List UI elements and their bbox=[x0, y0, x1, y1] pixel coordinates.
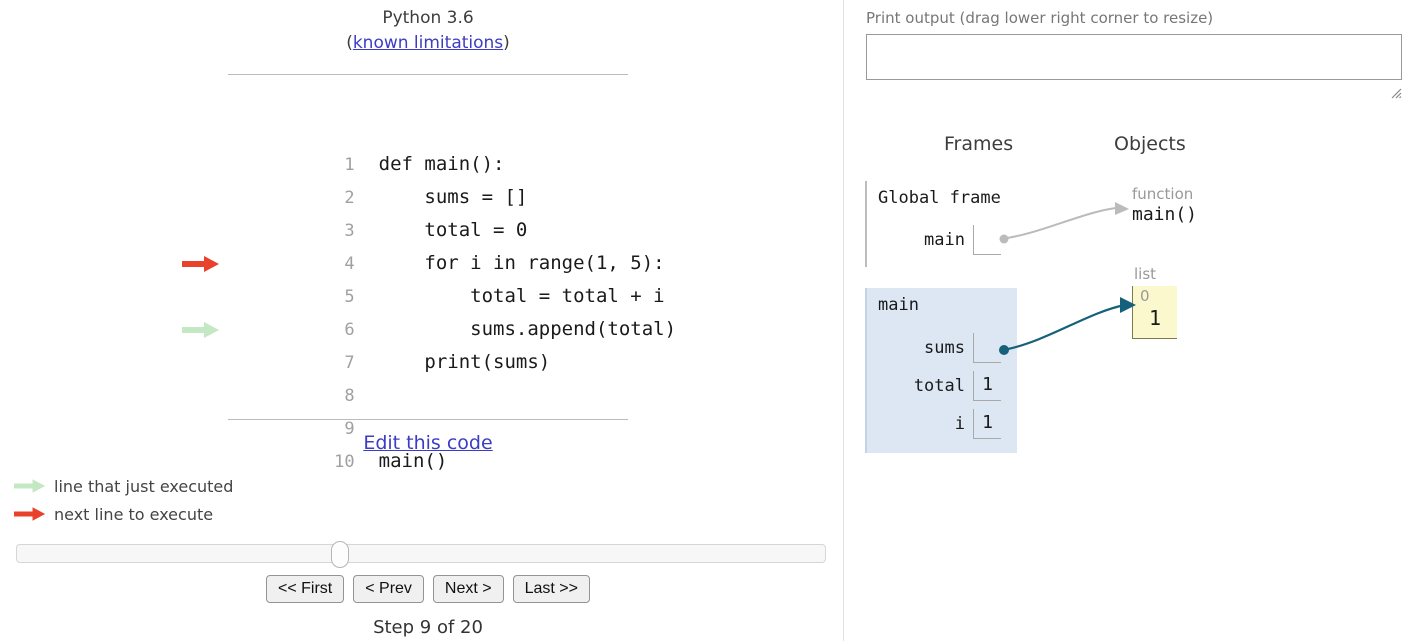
object-type-label: function bbox=[1132, 185, 1194, 203]
arrow-slot bbox=[182, 115, 222, 148]
arrow-slot bbox=[182, 214, 222, 247]
edit-this-code-link[interactable]: Edit this code bbox=[363, 432, 492, 454]
variable-name: total bbox=[913, 376, 965, 396]
pointer-line-sums bbox=[1007, 303, 1126, 351]
variable-row: i 1 bbox=[867, 409, 1001, 439]
code-line[interactable]: 4 for i in range(1, 5): bbox=[182, 181, 665, 274]
known-limitations-link[interactable]: known limitations bbox=[353, 33, 503, 53]
next-line-arrow-icon bbox=[14, 507, 48, 521]
code-pane: Python 3.6 (known limitations) 1 def main… bbox=[0, 0, 843, 641]
legend-row-just-executed: line that just executed bbox=[14, 472, 233, 500]
last-button[interactable]: Last >> bbox=[512, 575, 590, 603]
step-slider[interactable] bbox=[16, 541, 826, 568]
resize-grip-icon[interactable] bbox=[1390, 85, 1402, 99]
arrow-slot bbox=[182, 379, 222, 412]
pointer-line-global-main bbox=[1006, 207, 1117, 239]
variable-row: sums bbox=[867, 333, 1001, 363]
arrow-slot bbox=[182, 247, 222, 338]
legend-row-next-line: next line to execute bbox=[14, 500, 233, 528]
variable-name: sums bbox=[924, 338, 965, 358]
just-executed-arrow-icon bbox=[14, 479, 48, 493]
arrow-slot bbox=[182, 148, 222, 181]
list-elements-table: 0 1 bbox=[1132, 285, 1177, 339]
objects-heading: Objects bbox=[1114, 133, 1186, 155]
arrow-slot bbox=[182, 82, 222, 115]
pointer-arrowhead-global-main bbox=[1115, 202, 1129, 215]
step-slider-handle[interactable] bbox=[331, 541, 349, 568]
paren-close: ) bbox=[503, 32, 510, 53]
object-type-label: list bbox=[1134, 265, 1157, 283]
navigation-buttons: << First < Prev Next > Last >> bbox=[228, 575, 628, 603]
code-line[interactable]: 10 main() bbox=[228, 379, 628, 472]
arrow-slot bbox=[182, 181, 222, 272]
code-line[interactable]: 5 total = total + i bbox=[228, 214, 664, 307]
known-limitations-line: (known limitations) bbox=[228, 31, 628, 56]
frame-title: Global frame bbox=[878, 188, 1001, 208]
variable-value-pointer bbox=[973, 333, 1001, 363]
next-button[interactable]: Next > bbox=[432, 575, 504, 603]
variable-name: main bbox=[924, 230, 965, 250]
legend-label: next line to execute bbox=[54, 504, 214, 524]
variable-row: main bbox=[867, 225, 1001, 255]
object-name-label: main() bbox=[1132, 203, 1198, 225]
heap-object-function: function main() bbox=[1132, 186, 1197, 227]
variable-name: i bbox=[954, 414, 965, 434]
code-line[interactable]: 3 total = 0 bbox=[228, 148, 628, 241]
code-header: Python 3.6 (known limitations) bbox=[228, 6, 628, 55]
stack-frame-global: Global frame main bbox=[865, 181, 1017, 267]
paren-open: ( bbox=[346, 32, 353, 53]
code-line[interactable]: 1 def main(): bbox=[228, 82, 628, 175]
step-counter: Step 9 of 20 bbox=[373, 617, 483, 638]
list-value: 1 bbox=[1148, 306, 1162, 330]
variable-value: 1 bbox=[973, 371, 1001, 401]
arrow-legend: line that just executed next line to exe… bbox=[14, 472, 233, 528]
variable-row: total 1 bbox=[867, 371, 1001, 401]
code-line[interactable]: 8 bbox=[228, 313, 628, 406]
arrow-slot bbox=[182, 346, 222, 379]
variable-value: 1 bbox=[973, 409, 1001, 439]
arrow-slot bbox=[182, 280, 222, 313]
print-output-textarea[interactable] bbox=[866, 34, 1402, 80]
visualization-pane: Print output (drag lower right corner to… bbox=[844, 0, 1412, 641]
legend-label: line that just executed bbox=[54, 476, 234, 496]
code-display: 1 def main(): 2 sums = [] 3 total = 0 4 f… bbox=[182, 74, 676, 472]
code-line[interactable]: 2 sums = [] bbox=[228, 115, 628, 208]
code-line[interactable]: 6 sums.append(total) bbox=[182, 247, 676, 340]
frames-heading: Frames bbox=[944, 133, 1014, 155]
code-line[interactable]: 7 print(sums) bbox=[228, 280, 628, 373]
stack-frame-main: main sums total 1 i 1 bbox=[865, 288, 1017, 453]
prev-button[interactable]: < Prev bbox=[353, 575, 424, 603]
edit-code-link-wrapper: Edit this code bbox=[228, 432, 628, 454]
first-button[interactable]: << First bbox=[266, 575, 345, 603]
code-line[interactable]: 9 bbox=[228, 346, 628, 439]
python-version-label: Python 3.6 bbox=[382, 8, 474, 28]
arrow-slot bbox=[182, 313, 222, 346]
print-output-label: Print output (drag lower right corner to… bbox=[866, 9, 1214, 27]
heap-object-list: list 0 1 bbox=[1132, 266, 1177, 339]
list-index: 0 bbox=[1140, 286, 1150, 305]
frame-title: main bbox=[878, 295, 919, 315]
variable-value-pointer bbox=[973, 225, 1001, 255]
